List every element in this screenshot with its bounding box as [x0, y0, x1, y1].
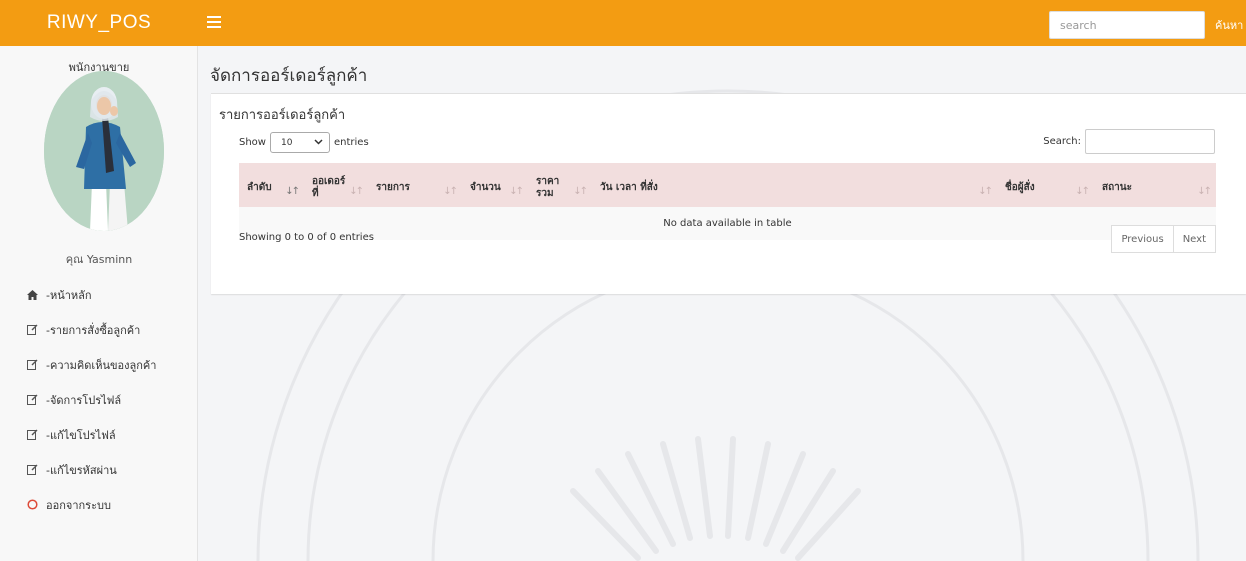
search-input[interactable]	[1049, 11, 1205, 39]
column-header[interactable]: ชื่อผู้สั่ง ↓↑	[997, 163, 1094, 207]
sort-icon: ↓↑	[1075, 186, 1090, 197]
column-header[interactable]: สถานะ ↓↑	[1094, 163, 1216, 207]
column-header[interactable]: ราคา รวม ↓↑	[528, 163, 592, 207]
column-header[interactable]: วัน เวลา ที่สั่ง ↓↑	[592, 163, 997, 207]
search-button[interactable]: ค้นหา	[1207, 11, 1246, 39]
orders-panel: รายการออร์เดอร์ลูกค้า Show 10 entries Se…	[211, 93, 1246, 294]
orders-table: ลำดับ ↓↑ ออเดอร์ ที่ ↓↑ รายการ ↓↑ จำนวน ↓↑ ร…	[239, 163, 1216, 240]
hamburger-icon[interactable]	[207, 13, 221, 31]
sidebar-item-label: -รายการสั่งซื้อลูกค้า	[46, 323, 141, 337]
column-header[interactable]: จำนวน ↓↑	[462, 163, 528, 207]
table-row: No data available in table	[239, 207, 1216, 240]
sidebar-item-logout[interactable]: ออกจากระบบ	[0, 487, 198, 522]
sidebar-item-customer-orders[interactable]: -รายการสั่งซื้อลูกค้า	[0, 312, 198, 347]
sort-icon: ↓↑	[573, 186, 588, 197]
previous-button[interactable]: Previous	[1111, 225, 1174, 253]
sidebar-item-home[interactable]: -หน้าหลัก	[0, 277, 198, 312]
edit-icon	[26, 324, 38, 336]
page-length-select[interactable]: 10	[269, 132, 330, 153]
page-title: จัดการออร์เดอร์ลูกค้า	[210, 66, 368, 86]
empty-table-message: No data available in table	[239, 207, 1216, 240]
sidebar-item-manage-profile[interactable]: -จัดการโปรไฟล์	[0, 382, 198, 417]
logout-circle-icon	[26, 499, 38, 511]
edit-icon	[26, 429, 38, 441]
user-name: คุณ Yasminn	[65, 253, 133, 266]
entries-label: entries	[333, 137, 369, 148]
avatar	[44, 71, 164, 231]
sidebar-item-change-password[interactable]: -แก้ไขรหัสผ่าน	[0, 452, 198, 487]
sort-icon: ↓↑	[978, 186, 993, 197]
edit-icon	[26, 464, 38, 476]
sidebar-item-label: -ความคิดเห็นของลูกค้า	[46, 358, 157, 372]
sort-icon: ↓↑	[349, 186, 364, 197]
column-header[interactable]: ลำดับ ↓↑	[239, 163, 304, 207]
sidebar-item-label: -แก้ไขโปรไฟล์	[46, 428, 116, 442]
sidebar-menu: -หน้าหลัก -รายการสั่งซื้อลูกค้า -ความคิด…	[0, 277, 198, 522]
main-content: จัดการออร์เดอร์ลูกค้า รายการออร์เดอร์ลูก…	[198, 46, 1246, 561]
filter-label: Search:	[1043, 136, 1081, 147]
pagination: Previous Next	[1111, 225, 1216, 253]
show-label: Show	[239, 137, 266, 148]
sidebar-item-customer-feedback[interactable]: -ความคิดเห็นของลูกค้า	[0, 347, 198, 382]
page-length-value: 10	[280, 137, 293, 148]
sort-icon: ↓↑	[443, 186, 458, 197]
chevron-down-icon	[314, 138, 323, 148]
table-search-input[interactable]	[1085, 129, 1215, 154]
sidebar-item-label: -หน้าหลัก	[46, 288, 92, 302]
column-header[interactable]: ออเดอร์ ที่ ↓↑	[304, 163, 368, 207]
sidebar: พนักงานขาย คุณ Yasminn -หน้าหลัก -รายการ…	[0, 46, 198, 561]
edit-icon	[26, 359, 38, 371]
panel-title: รายการออร์เดอร์ลูกค้า	[219, 108, 346, 123]
sort-icon: ↓↑	[509, 186, 524, 197]
brand-logo[interactable]: RIWY_POS	[0, 0, 198, 46]
home-icon	[26, 289, 38, 301]
table-info: Showing 0 to 0 of 0 entries	[239, 232, 374, 243]
next-button[interactable]: Next	[1173, 225, 1216, 253]
sort-icon: ↓↑	[1197, 186, 1212, 197]
sidebar-item-label: -จัดการโปรไฟล์	[46, 393, 122, 407]
sidebar-item-edit-profile[interactable]: -แก้ไขโปรไฟล์	[0, 417, 198, 452]
table-header-row: ลำดับ ↓↑ ออเดอร์ ที่ ↓↑ รายการ ↓↑ จำนวน ↓↑ ร…	[239, 163, 1216, 207]
sidebar-item-label: ออกจากระบบ	[46, 498, 111, 512]
top-navbar: RIWY_POS ค้นหา	[0, 0, 1246, 46]
edit-icon	[26, 394, 38, 406]
page-length-control: Show 10 entries	[239, 132, 369, 153]
sort-icon: ↓↑	[285, 186, 300, 197]
sidebar-item-label: -แก้ไขรหัสผ่าน	[46, 463, 117, 477]
column-header[interactable]: รายการ ↓↑	[368, 163, 462, 207]
table-filter: Search:	[1043, 129, 1215, 154]
